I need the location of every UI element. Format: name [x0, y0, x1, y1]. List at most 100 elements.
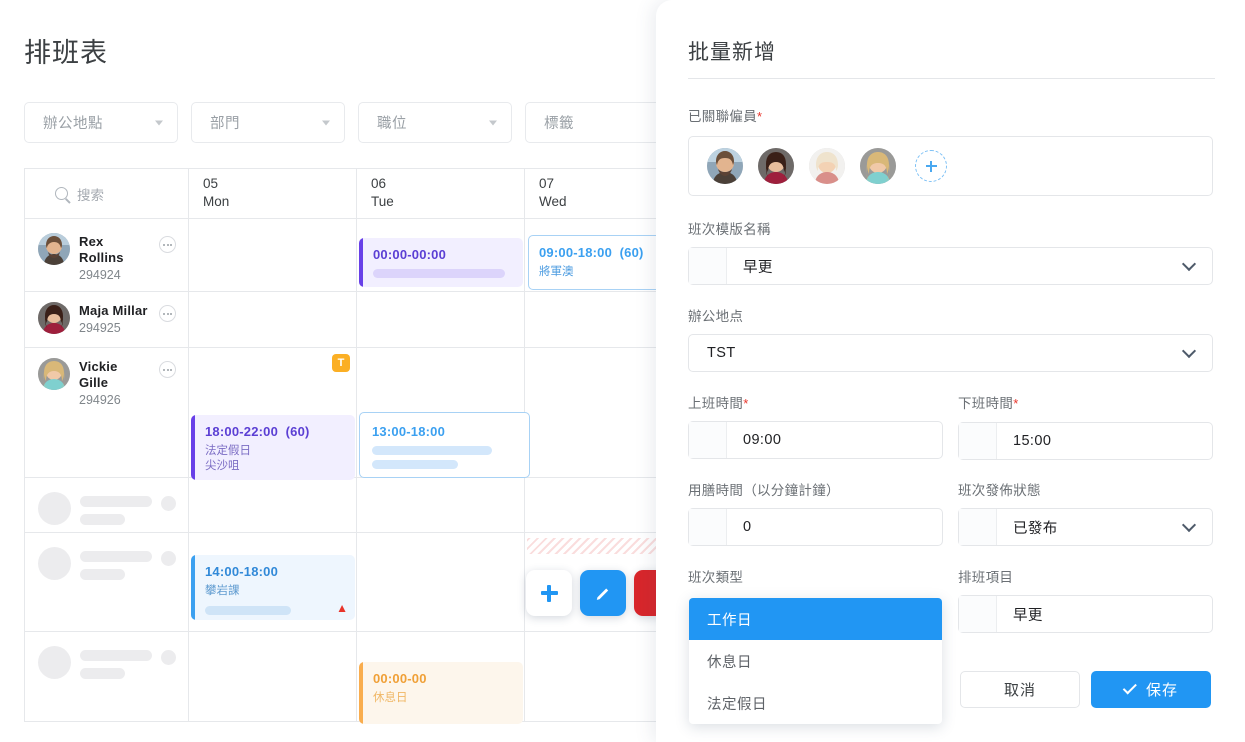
day-cell-wed[interactable] — [525, 632, 660, 721]
employee-cell-placeholder — [25, 632, 189, 721]
shift-time: 13:00-18:00 — [372, 424, 446, 439]
shift-type: 休息日 — [373, 692, 408, 704]
day-cell-mon[interactable] — [189, 219, 357, 291]
avatar[interactable] — [707, 148, 743, 184]
shift-card[interactable]: 18:00-22:00 (60) 法定假日 尖沙咀 — [191, 415, 355, 480]
save-button[interactable]: 保存 — [1091, 671, 1211, 708]
publish-status-value: 已發布 — [1013, 520, 1058, 537]
chevron-down-icon — [1181, 343, 1197, 359]
search-cell[interactable]: 搜索 — [25, 169, 189, 218]
day-cell-mon[interactable] — [189, 292, 357, 347]
shift-card[interactable]: 00:00-00 休息日 — [359, 662, 523, 724]
conflict-stripe — [527, 538, 660, 554]
day-cell-tue[interactable] — [357, 533, 525, 631]
schedule-item-label: 排班項目 — [958, 570, 1014, 585]
employee-more-menu[interactable] — [159, 305, 176, 322]
avatar[interactable] — [860, 148, 896, 184]
avatar-placeholder — [38, 547, 71, 580]
publish-status-select[interactable]: 已發布 — [958, 508, 1213, 546]
end-time-input[interactable]: 15:00 — [958, 422, 1213, 460]
schedule-item-input[interactable]: 早更 — [958, 595, 1213, 633]
filter-office-location[interactable]: 辦公地點 — [24, 102, 178, 143]
add-shift-button[interactable] — [526, 570, 572, 616]
avatar — [38, 358, 70, 390]
day-cell-tue[interactable]: 13:00-18:00 — [357, 348, 530, 478]
filter-label: 部門 — [210, 116, 240, 132]
day-cell-wed[interactable] — [525, 292, 660, 347]
page-title: 排班表 — [24, 38, 108, 68]
shift-card[interactable]: 00:00-00:00 — [359, 238, 523, 287]
day-cell-mon[interactable] — [189, 632, 357, 721]
day-name: Wed — [539, 194, 567, 209]
shift-label: 攀岩課 — [205, 585, 240, 597]
day-header-tue: 06 Tue — [357, 169, 525, 218]
day-cell-tue[interactable] — [357, 478, 525, 532]
day-cell-wed[interactable]: S 09:00-18:00 (60) 將軍澳 — [525, 219, 660, 291]
shift-action-buttons — [526, 570, 660, 616]
edit-shift-button[interactable] — [580, 570, 626, 616]
shift-placeholder-bar — [373, 269, 505, 278]
day-number: 06 — [371, 176, 387, 191]
filter-department[interactable]: 部門 — [191, 102, 345, 143]
template-name-select[interactable]: 早更 — [688, 247, 1213, 285]
app-root: 排班表 辦公地點 部門 職位 標籤 搜索 05 Mon 06 Tue 07 We… — [0, 0, 1245, 742]
avatar[interactable] — [809, 148, 845, 184]
office-select[interactable]: TST — [688, 334, 1213, 372]
employee-cell-placeholder — [25, 533, 189, 631]
status-badge: T — [332, 354, 350, 372]
start-time-input[interactable]: 09:00 — [688, 421, 943, 459]
employee-cell[interactable]: Vickie Gille 294926 — [25, 348, 189, 477]
divider — [688, 78, 1215, 79]
day-cell-mon[interactable]: 14:00-18:00 攀岩課 ▲ — [189, 533, 357, 631]
filter-tag[interactable]: 標籤 — [525, 102, 660, 143]
avatar[interactable] — [758, 148, 794, 184]
pencil-icon — [596, 588, 609, 600]
filter-bar: 辦公地點 部門 職位 標籤 — [24, 102, 660, 143]
input-prefix — [959, 509, 997, 545]
shift-card[interactable]: 09:00-18:00 (60) 將軍澳 — [528, 235, 660, 290]
shift-type-option-workday[interactable]: 工作日 — [689, 598, 942, 640]
search-input[interactable]: 搜索 — [77, 184, 104, 204]
shift-accent-bar — [191, 415, 195, 480]
employee-more-menu[interactable] — [159, 236, 176, 253]
day-cell-tue[interactable]: 00:00-00 休息日 — [357, 632, 525, 724]
publish-status-label: 班次發佈狀態 — [958, 483, 1041, 498]
day-cell-mon[interactable]: T 18:00-22:00 (60) 法定假日 尖沙咀 — [189, 348, 357, 480]
day-cell-mon[interactable] — [189, 478, 357, 532]
shift-location: 尖沙咀 — [205, 460, 240, 472]
employee-cell[interactable]: Maja Millar 294925 — [25, 292, 189, 347]
meal-time-input[interactable]: 0 — [688, 508, 943, 546]
shift-time: 09:00-18:00 (60) — [539, 245, 644, 260]
shift-card[interactable]: 13:00-18:00 — [359, 412, 530, 478]
shift-type-option-holiday[interactable]: 法定假日 — [689, 682, 942, 724]
schedule-view: 排班表 辦公地點 部門 職位 標籤 搜索 05 Mon 06 Tue 07 We… — [0, 0, 660, 742]
add-employee-button[interactable] — [915, 150, 947, 182]
plus-icon — [540, 584, 558, 602]
start-time-value: 09:00 — [743, 432, 782, 448]
table-row: Rex Rollins 294924 00:00-00:00 09:00-18:… — [25, 219, 660, 292]
day-cell-wed[interactable] — [525, 348, 660, 477]
shift-type-dropdown[interactable]: 工作日 休息日 法定假日 — [689, 598, 942, 724]
day-cell-wed[interactable] — [525, 533, 660, 631]
grid-header-row: 搜索 05 Mon 06 Tue 07 Wed — [25, 169, 660, 219]
day-header-wed: 07 Wed — [525, 169, 660, 218]
employee-name: Maja Millar — [79, 303, 148, 318]
employee-cell[interactable]: Rex Rollins 294924 — [25, 219, 189, 291]
filter-position[interactable]: 職位 — [358, 102, 512, 143]
day-cell-tue[interactable]: 00:00-00:00 — [357, 219, 525, 291]
text-placeholder — [80, 496, 152, 507]
employee-id: 294925 — [79, 321, 121, 335]
cancel-button[interactable]: 取消 — [960, 671, 1080, 708]
chevron-down-icon — [322, 120, 330, 125]
shift-type-option-restday[interactable]: 休息日 — [689, 640, 942, 682]
day-cell-wed[interactable] — [525, 478, 660, 532]
chevron-down-icon — [155, 120, 163, 125]
start-time-label: 上班時間* — [688, 396, 749, 411]
day-cell-tue[interactable] — [357, 292, 525, 347]
shift-card[interactable]: 14:00-18:00 攀岩課 ▲ — [191, 555, 355, 620]
linked-employees-box[interactable] — [688, 136, 1213, 196]
search-icon — [55, 187, 68, 200]
employee-more-menu[interactable] — [159, 361, 176, 378]
employee-cell-placeholder — [25, 478, 189, 532]
table-row: Maja Millar 294925 — [25, 292, 660, 348]
